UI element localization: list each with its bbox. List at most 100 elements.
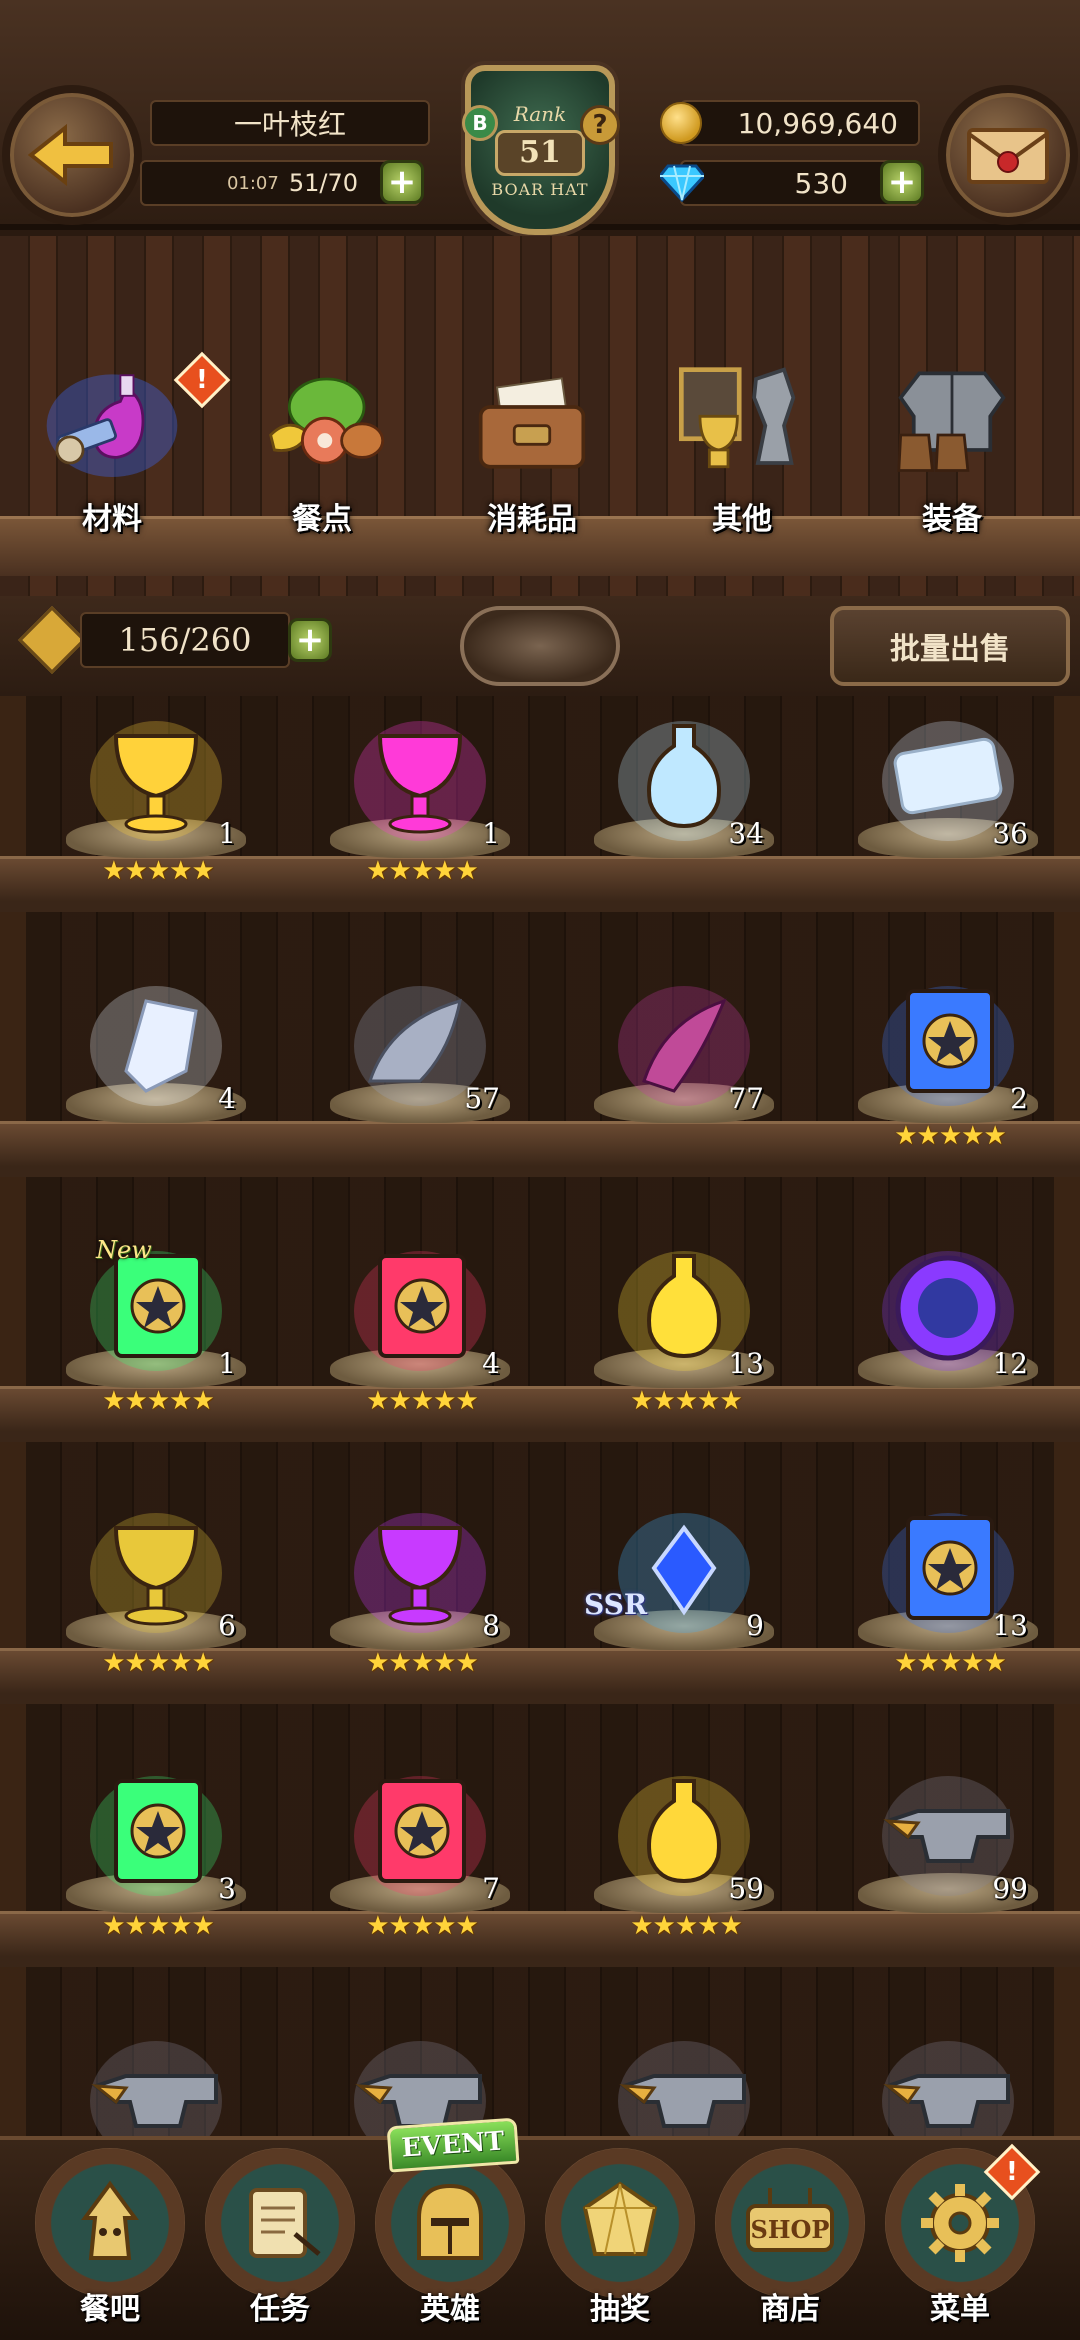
inventory-item[interactable]: 36 xyxy=(848,716,1048,886)
new-badge: New xyxy=(96,1236,152,1264)
item-rarity-stars: ★★★★★ xyxy=(366,1648,479,1678)
alert-icon: ! xyxy=(173,351,231,409)
item-count: 4 xyxy=(482,1347,500,1380)
inventory-item[interactable]: 77 xyxy=(584,981,784,1151)
inventory-item[interactable]: 34 xyxy=(584,716,784,886)
inventory-grid: 1 ★★★★★ 1 ★★★★★ 34 36 4 57 77 2 ★★★★★ 1 … xyxy=(0,696,1080,2178)
mail-button[interactable] xyxy=(938,85,1078,225)
inventory-item[interactable]: 99 xyxy=(848,1771,1048,1941)
inventory-item[interactable]: 3 ★★★★★ xyxy=(56,1771,256,1941)
inventory-item[interactable]: 2 ★★★★★ xyxy=(848,981,1048,1151)
tab-materials-label: 材料 xyxy=(82,502,142,537)
nav-heroes[interactable]: 英雄 xyxy=(370,2148,530,2340)
inventory-item[interactable]: 4 xyxy=(56,981,256,1151)
item-rarity-stars: ★★★★★ xyxy=(366,856,479,886)
shop-sign-icon: SHOP xyxy=(715,2148,865,2298)
nav-shop-label: 商店 xyxy=(760,2292,820,2327)
tab-consumables-label: 消耗品 xyxy=(487,502,577,537)
quest-scroll-icon xyxy=(205,2148,355,2298)
inventory-item[interactable]: 1 ★★★★★ xyxy=(320,716,520,886)
item-count: 57 xyxy=(464,1082,500,1115)
player-name: 一叶枝红 xyxy=(150,100,430,146)
red-spellbook-icon xyxy=(350,1246,490,1376)
tab-food[interactable]: 餐点 xyxy=(232,356,412,556)
help-icon[interactable]: ? xyxy=(580,105,620,145)
shelf-ornament xyxy=(460,606,620,686)
category-shelf: 材料 ! 餐点 消耗品 其他 装备 156/260 + 批量出售 xyxy=(0,236,1080,696)
inventory-item[interactable]: 8 ★★★★★ xyxy=(320,1508,520,1678)
inventory-item[interactable]: 57 xyxy=(320,981,520,1151)
inventory-item[interactable]: 59 ★★★★★ xyxy=(584,1771,784,1941)
stamina-display: 01:07 51/70 xyxy=(140,160,420,206)
add-stamina-button[interactable]: + xyxy=(380,160,424,204)
violet-goblet-icon xyxy=(350,1508,490,1638)
inventory-item[interactable]: 1 ★★★★★ xyxy=(56,716,256,886)
materials-icon xyxy=(42,356,182,486)
inventory-item[interactable]: 9 SSR xyxy=(584,1508,784,1678)
nav-gacha[interactable]: 抽奖 xyxy=(540,2148,700,2340)
item-rarity-stars: ★★★★★ xyxy=(102,856,215,886)
tab-other[interactable]: 其他 xyxy=(652,356,832,556)
item-count: 6 xyxy=(218,1609,236,1642)
shop-sign-text: SHOP xyxy=(751,2215,830,2244)
nav-menu[interactable]: 菜单 ! xyxy=(880,2143,1041,2340)
item-rarity-stars: ★★★★★ xyxy=(630,1911,743,1941)
item-rarity-stars: ★★★★★ xyxy=(630,1386,743,1416)
item-count: 8 xyxy=(482,1609,500,1642)
tab-materials[interactable]: 材料 ! xyxy=(22,351,231,556)
gem-value: 530 xyxy=(794,166,848,200)
nav-tavern[interactable]: 餐吧 xyxy=(30,2148,190,2340)
rank-label: Rank xyxy=(513,101,567,126)
blue-spellbook-icon xyxy=(878,981,1018,1111)
food-icon xyxy=(252,356,392,486)
item-count: 1 xyxy=(218,1347,236,1380)
rank-title: BOAR HAT xyxy=(491,179,589,199)
green-spellbook-icon xyxy=(86,1771,226,1901)
stamina-value: 51/70 xyxy=(288,169,358,197)
nav-shop[interactable]: SHOP 商店 xyxy=(710,2148,870,2340)
trophy-icon xyxy=(672,356,812,486)
tab-other-label: 其他 xyxy=(712,502,772,537)
item-count: 12 xyxy=(992,1347,1028,1380)
gold-display: 10,969,640 xyxy=(680,100,920,146)
tab-equipment[interactable]: 装备 xyxy=(862,356,1042,556)
tab-consumables[interactable]: 消耗品 xyxy=(442,356,622,556)
expand-capacity-button[interactable]: + xyxy=(288,618,332,662)
inventory-item[interactable]: 13 ★★★★★ xyxy=(848,1508,1048,1678)
nav-quests[interactable]: 任务 xyxy=(200,2148,360,2340)
inventory-capacity: 156/260 xyxy=(80,612,290,668)
nav-gacha-label: 抽奖 xyxy=(590,2292,650,2327)
purple-chalice-icon xyxy=(350,716,490,846)
inventory-item[interactable]: 6 ★★★★★ xyxy=(56,1508,256,1678)
back-button[interactable] xyxy=(2,85,142,225)
item-rarity-stars: ★★★★★ xyxy=(366,1386,479,1416)
inventory-item[interactable]: 4 ★★★★★ xyxy=(320,1246,520,1416)
bottom-navigation: 餐吧 任务 英雄 抽奖 SHOP 商店 菜单 ! xyxy=(0,2136,1080,2340)
bulk-sell-button[interactable]: 批量出售 xyxy=(830,606,1070,686)
diamond-icon xyxy=(660,164,704,202)
rank-grade-badge: B xyxy=(462,105,498,141)
item-count: 99 xyxy=(992,1872,1028,1905)
item-count: 77 xyxy=(728,1082,764,1115)
inventory-item[interactable]: 12 xyxy=(848,1246,1048,1416)
tab-food-label: 餐点 xyxy=(292,502,352,537)
item-count: 4 xyxy=(218,1082,236,1115)
gold-coin-icon xyxy=(660,102,702,144)
item-rarity-stars: ★★★★★ xyxy=(894,1121,1007,1151)
item-rarity-stars: ★★★★★ xyxy=(366,1911,479,1941)
green-spellbook-icon xyxy=(86,1246,226,1376)
event-tag: EVENT xyxy=(386,2117,520,2173)
item-rarity-stars: ★★★★★ xyxy=(102,1648,215,1678)
item-count: 9 xyxy=(746,1609,764,1642)
add-gems-button[interactable]: + xyxy=(880,160,924,204)
tavern-icon xyxy=(35,2148,185,2298)
item-count: 13 xyxy=(728,1347,764,1380)
rank-number: 51 xyxy=(495,129,585,176)
rank-badge[interactable]: Rank 51 BOAR HAT xyxy=(450,65,630,265)
ssr-badge: SSR xyxy=(584,1588,648,1621)
item-count: 3 xyxy=(218,1872,236,1905)
inventory-item[interactable]: 1 ★★★★★ New xyxy=(56,1236,256,1416)
inventory-item[interactable]: 13 ★★★★★ xyxy=(584,1246,784,1416)
crystal-shard-icon xyxy=(86,981,226,1111)
inventory-item[interactable]: 7 ★★★★★ xyxy=(320,1771,520,1941)
